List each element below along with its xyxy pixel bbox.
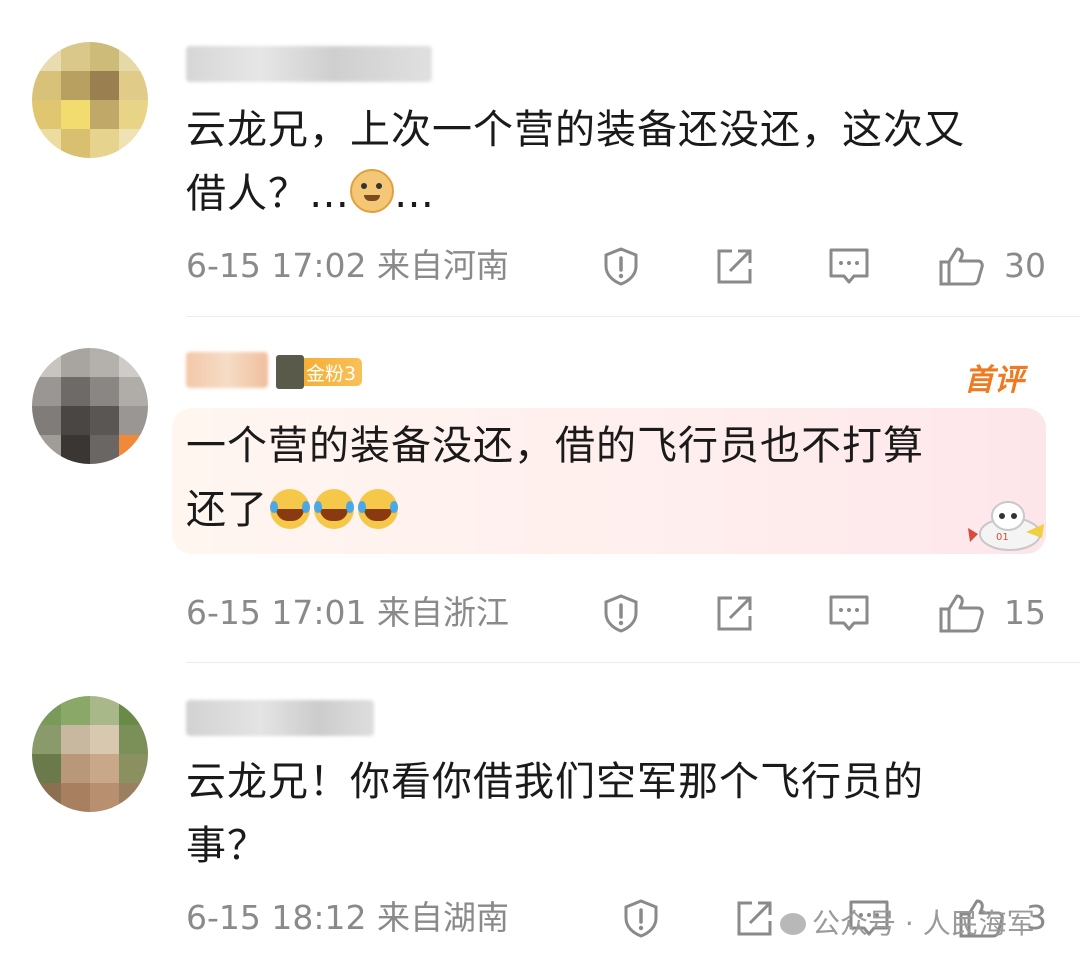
comment-time-location: 6-15 17:02 来自河南 [186,246,509,285]
avatar[interactable] [32,42,148,158]
comment-icon[interactable] [828,593,870,633]
username-blurred[interactable] [186,700,374,736]
badge-avatar-icon [276,355,304,389]
share-icon[interactable] [714,593,756,633]
thumbs-up-icon[interactable] [938,593,986,633]
share-icon[interactable] [714,246,756,286]
username-blurred[interactable] [186,46,432,82]
airplane-mascot-icon: 01 [966,494,1046,560]
laugh-cry-emoji-icon [270,489,310,529]
comment-time-location: 6-15 17:01 来自浙江 [186,593,509,632]
comment-meta: 6-15 17:02 来自河南 30 [186,246,1046,286]
comment-icon[interactable] [828,246,870,286]
like-count: 15 [1004,593,1046,632]
username-blurred[interactable] [186,352,268,388]
watermark: 公众号 · 人民海军 [780,902,1035,942]
doge-emoji-icon [350,169,394,213]
share-icon[interactable] [734,898,776,938]
comment-time-location: 6-15 18:12 来自湖南 [186,898,509,937]
comment-text: 云龙兄，上次一个营的装备还没还，这次又 借人？…… [186,107,965,217]
wechat-icon [780,913,806,935]
laugh-cry-emoji-icon [358,489,398,529]
report-icon[interactable] [620,898,662,938]
divider [186,316,1080,317]
fan-level-badge[interactable]: 金粉3 [276,355,363,389]
svg-text:01: 01 [996,532,1009,543]
first-comment-tag: 首评 [964,363,1024,398]
comment-meta: 6-15 17:01 来自浙江 15 [186,593,1046,633]
like-count: 30 [1004,246,1046,285]
thumbs-up-icon[interactable] [938,246,986,286]
comment-text: 一个营的装备没还，借的飞行员也不打算 还了 [186,423,924,533]
comment-text: 云龙兄！你看你借我们空军那个飞行员的 事？ [186,759,924,869]
report-icon[interactable] [600,246,642,286]
laugh-cry-emoji-icon [314,489,354,529]
avatar[interactable] [32,348,148,464]
report-icon[interactable] [600,593,642,633]
avatar[interactable] [32,696,148,812]
divider [186,662,1080,663]
